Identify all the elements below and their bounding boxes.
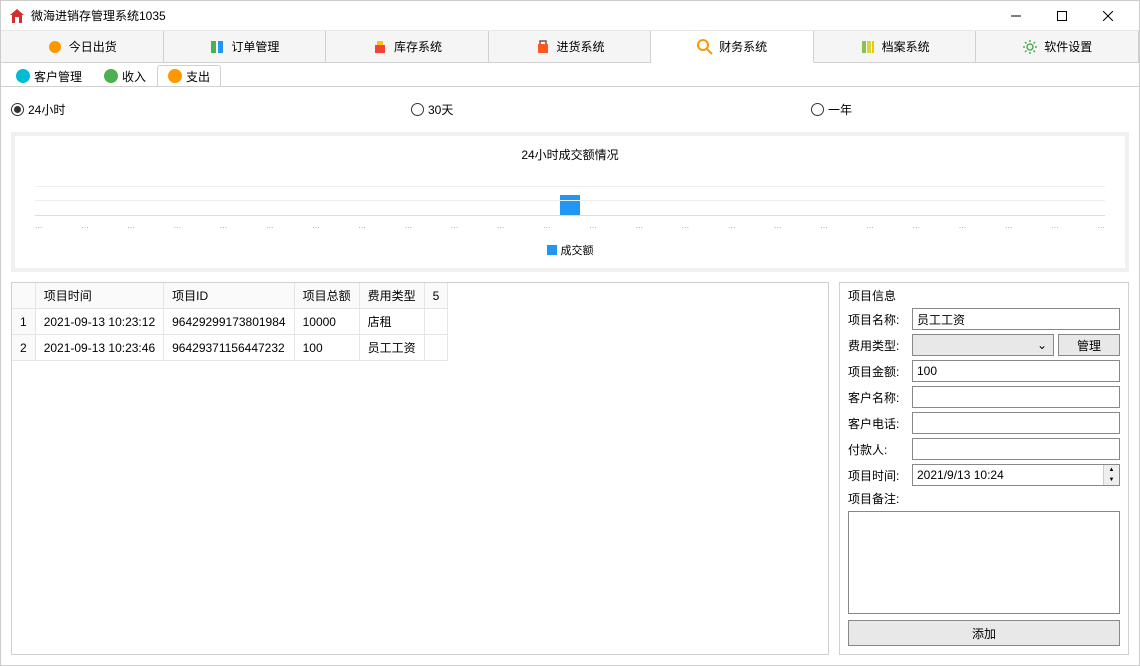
- chart-x-ticks: ........................................…: [35, 220, 1105, 230]
- shipment-icon: [47, 39, 63, 55]
- subtab-income[interactable]: 收入: [93, 65, 157, 87]
- label-remark: 项目备注:: [848, 490, 908, 507]
- radio-icon: [411, 103, 424, 116]
- expense-icon: [168, 69, 182, 83]
- settings-icon: [1022, 39, 1038, 55]
- inventory-icon: [372, 39, 388, 55]
- col-id[interactable]: 项目ID: [164, 283, 294, 309]
- archive-icon: [860, 39, 876, 55]
- label-name: 项目名称:: [848, 311, 908, 328]
- chart-container: 24小时成交额情况 ..............................…: [11, 132, 1129, 272]
- label-time: 项目时间:: [848, 467, 908, 484]
- project-form: 项目信息 项目名称: 费用类型: ⌄ 管理 项目金额: 客户名称:: [839, 282, 1129, 655]
- purchase-icon: [535, 39, 551, 55]
- legend-swatch: [547, 245, 557, 255]
- table-row[interactable]: 12021-09-13 10:23:1296429299173801984100…: [12, 309, 448, 335]
- subtab-expense[interactable]: 支出: [157, 65, 221, 87]
- col-total[interactable]: 项目总额: [294, 283, 359, 309]
- input-project-name[interactable]: [912, 308, 1120, 330]
- textarea-remark[interactable]: [848, 511, 1120, 614]
- form-title: 项目信息: [848, 287, 1120, 304]
- input-amount[interactable]: [912, 360, 1120, 382]
- close-button[interactable]: [1085, 1, 1131, 31]
- col-type[interactable]: 费用类型: [359, 283, 424, 309]
- radio-30d[interactable]: 30天: [411, 101, 811, 118]
- order-icon: [209, 39, 225, 55]
- tab-finance[interactable]: 财务系统: [651, 31, 814, 63]
- col-time[interactable]: 项目时间: [35, 283, 163, 309]
- manage-button[interactable]: 管理: [1058, 334, 1120, 356]
- tab-inventory[interactable]: 库存系统: [326, 31, 489, 62]
- window-title: 微海进销存管理系统1035: [31, 7, 993, 24]
- chart-title: 24小时成交额情况: [521, 146, 618, 163]
- titlebar: 微海进销存管理系统1035: [1, 1, 1139, 31]
- main-tabs: 今日出货 订单管理 库存系统 进货系统 财务系统 档案系统 软件设置: [1, 31, 1139, 63]
- radio-24h[interactable]: 24小时: [11, 101, 411, 118]
- label-customer: 客户名称:: [848, 389, 908, 406]
- chart-bar: [560, 195, 580, 215]
- expense-table: 项目时间 项目ID 项目总额 费用类型 5 12021-09-13 10:23:…: [11, 282, 829, 655]
- select-expense-type[interactable]: ⌄: [912, 334, 1054, 356]
- finance-icon: [697, 39, 713, 55]
- chart-plot: [35, 171, 1105, 216]
- tab-today-shipment[interactable]: 今日出货: [1, 31, 164, 62]
- input-customer[interactable]: [912, 386, 1120, 408]
- table-header-row: 项目时间 项目ID 项目总额 费用类型 5: [12, 283, 448, 309]
- label-amount: 项目金额:: [848, 363, 908, 380]
- chevron-down-icon: ▼: [1103, 475, 1119, 485]
- customer-icon: [16, 69, 30, 83]
- radio-icon: [11, 103, 24, 116]
- tab-purchase[interactable]: 进货系统: [489, 31, 652, 62]
- datetime-spinner[interactable]: ▲▼: [1103, 465, 1119, 485]
- content-area: 24小时 30天 一年 24小时成交额情况 ..................…: [1, 86, 1139, 665]
- chevron-down-icon: ⌄: [1037, 338, 1047, 352]
- chart-legend: 成交额: [547, 242, 594, 258]
- tab-order-management[interactable]: 订单管理: [164, 31, 327, 62]
- sub-tabs: 客户管理 收入 支出: [1, 63, 1139, 87]
- tab-archive[interactable]: 档案系统: [814, 31, 977, 62]
- col-rownum[interactable]: [12, 283, 35, 309]
- input-datetime[interactable]: [912, 464, 1120, 486]
- label-payer: 付款人:: [848, 441, 908, 458]
- app-icon: [9, 8, 25, 24]
- income-icon: [104, 69, 118, 83]
- bottom-split: 项目时间 项目ID 项目总额 费用类型 5 12021-09-13 10:23:…: [11, 282, 1129, 655]
- label-phone: 客户电话:: [848, 415, 908, 432]
- tab-settings[interactable]: 软件设置: [976, 31, 1139, 62]
- window-controls: [993, 1, 1131, 31]
- label-type: 费用类型:: [848, 337, 908, 354]
- col-5[interactable]: 5: [424, 283, 448, 309]
- maximize-button[interactable]: [1039, 1, 1085, 31]
- minimize-button[interactable]: [993, 1, 1039, 31]
- subtab-customer[interactable]: 客户管理: [5, 65, 93, 87]
- time-range-radios: 24小时 30天 一年: [11, 97, 1129, 122]
- app-window: 微海进销存管理系统1035 今日出货 订单管理 库存系统 进货系统 财务系统 档…: [0, 0, 1140, 666]
- radio-icon: [811, 103, 824, 116]
- radio-1y[interactable]: 一年: [811, 101, 852, 118]
- table-row[interactable]: 22021-09-13 10:23:4696429371156447232100…: [12, 335, 448, 361]
- add-button[interactable]: 添加: [848, 620, 1120, 646]
- input-payer[interactable]: [912, 438, 1120, 460]
- chevron-up-icon: ▲: [1103, 465, 1119, 475]
- input-phone[interactable]: [912, 412, 1120, 434]
